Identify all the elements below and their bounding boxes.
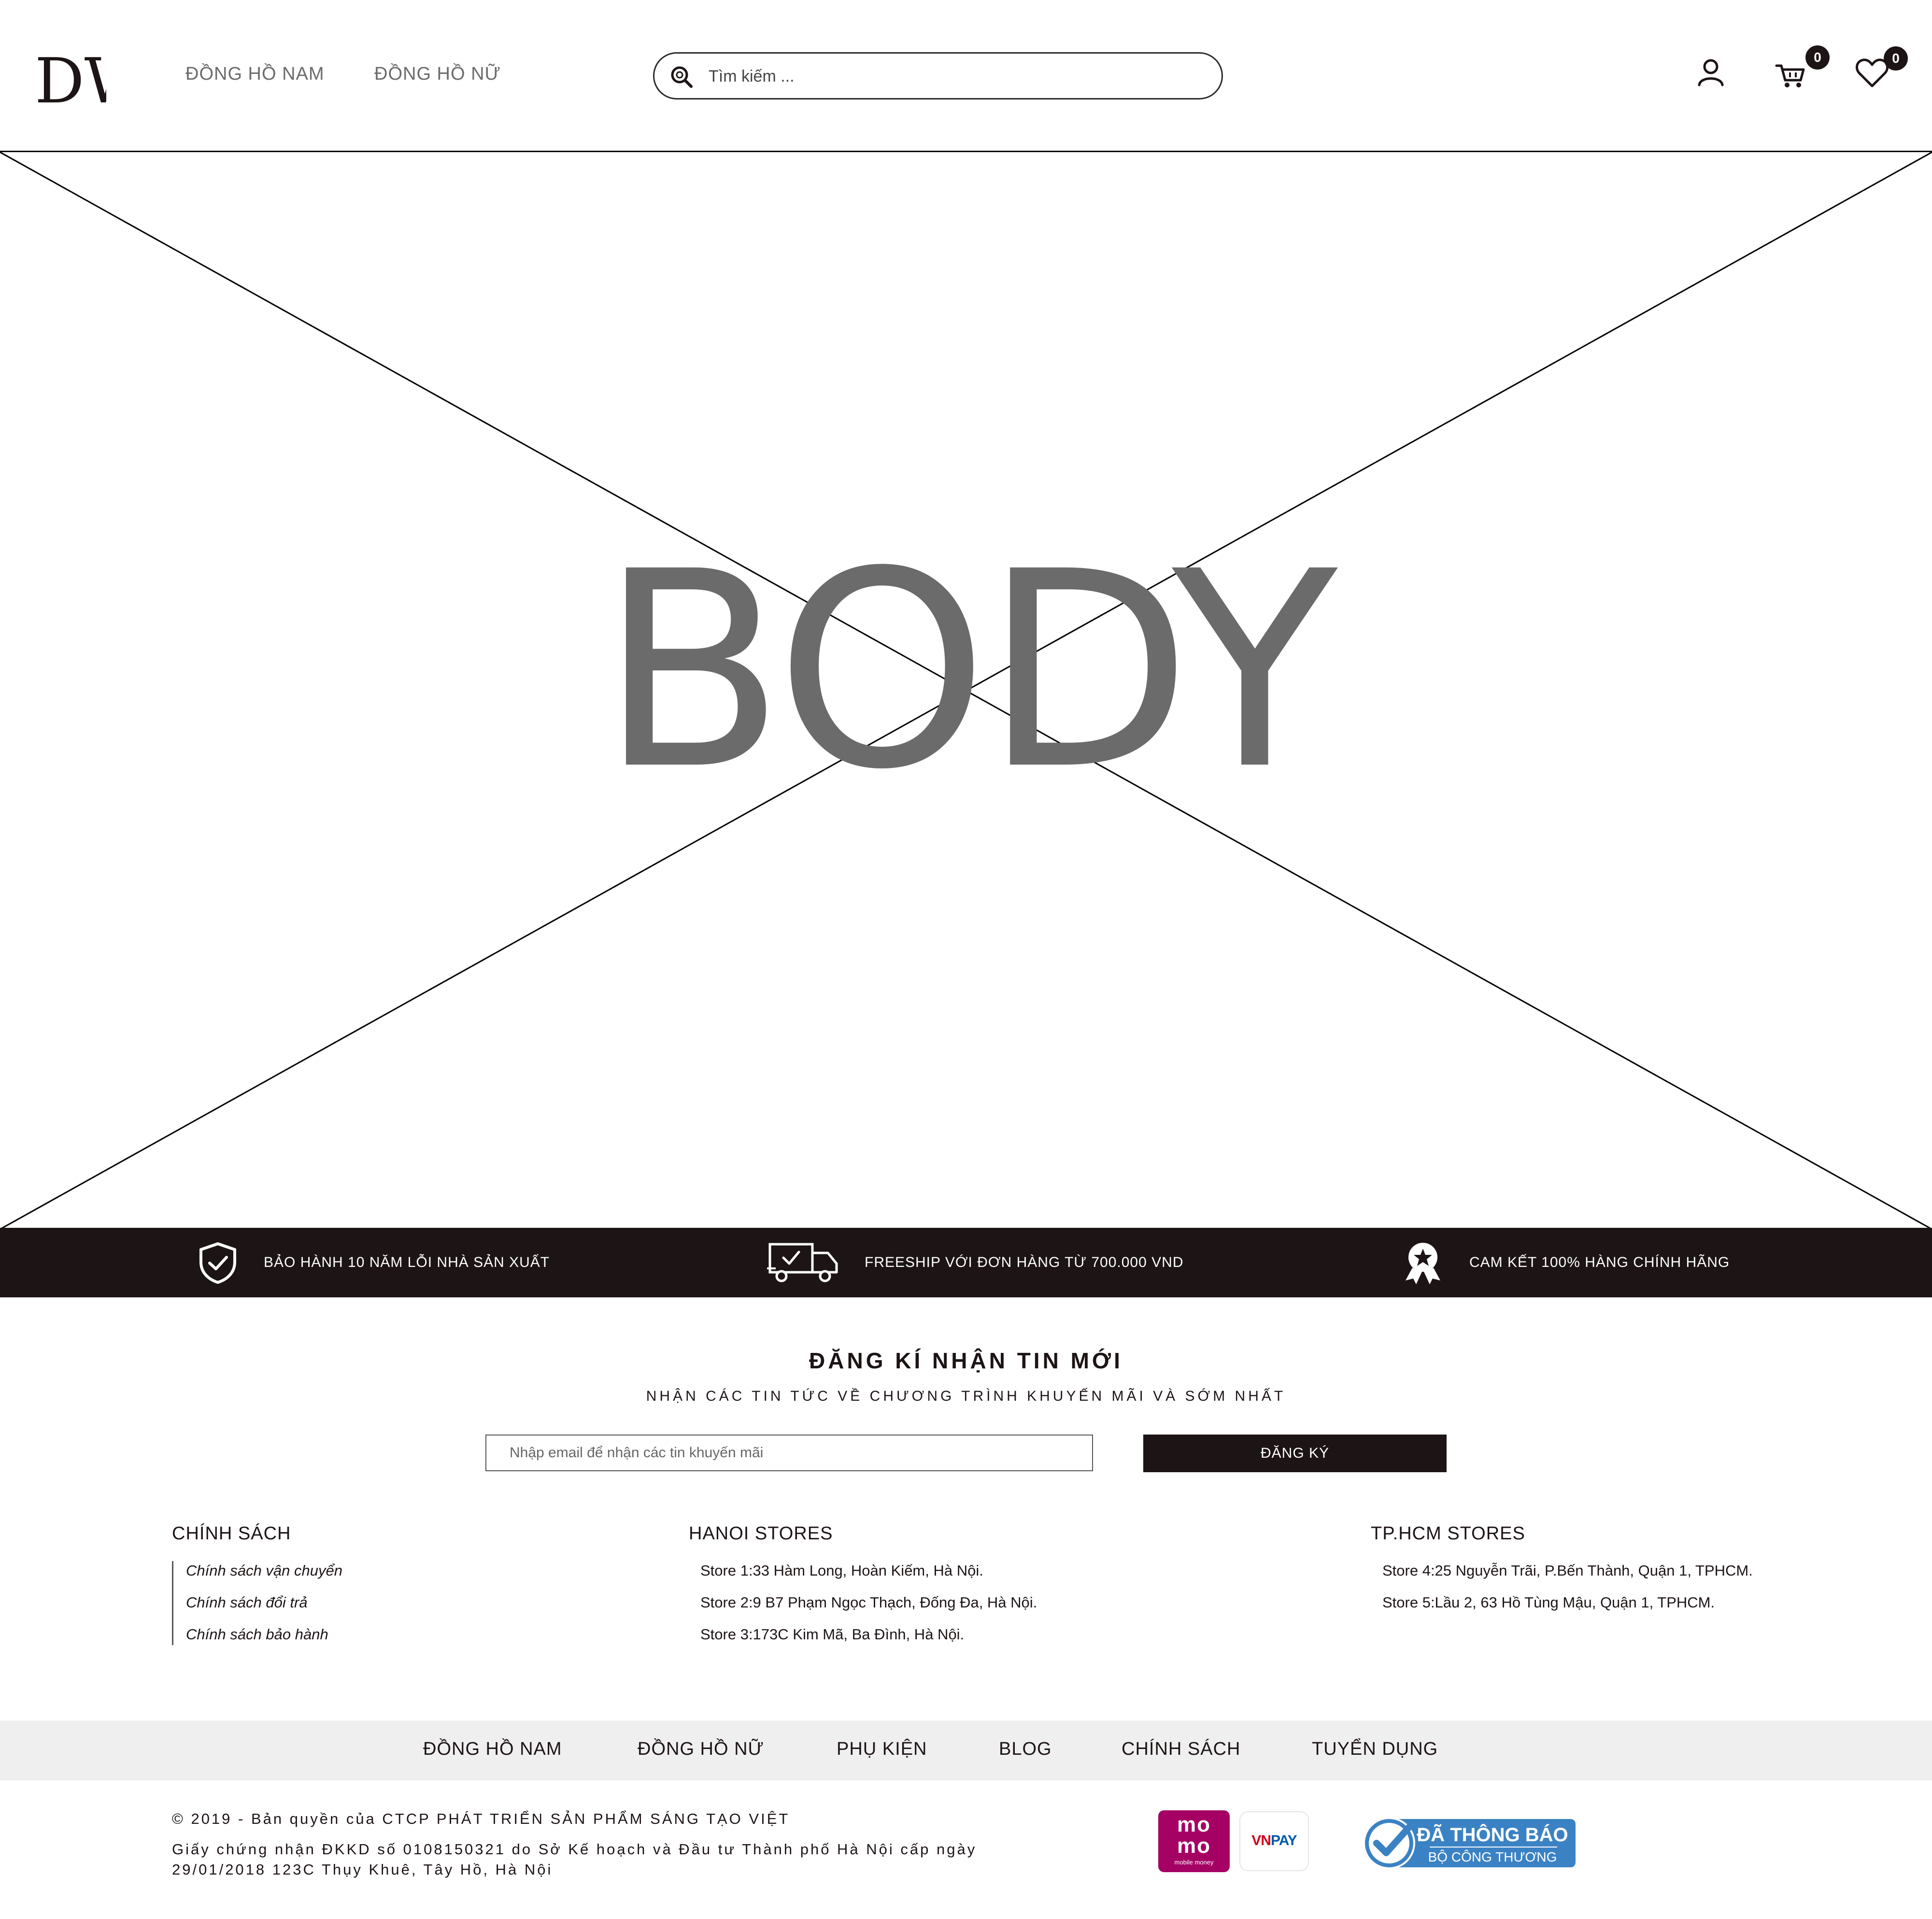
momo-logo-subtext: mobile money: [1174, 1859, 1214, 1866]
vnpay-logo-vn: VN: [1251, 1833, 1271, 1848]
store-address: Store 1:33 Hàm Long, Hoàn Kiếm, Hà Nội.: [700, 1562, 983, 1579]
momo-logo-text: mo mo: [1177, 1813, 1211, 1858]
footer-nav-blog[interactable]: BLOG: [999, 1739, 1052, 1760]
delivery-truck-icon: [767, 1243, 838, 1282]
footer-nav: ĐỒNG HỒ NAM ĐỒNG HỒ NỮ PHỤ KIỆN BLOG CHÍ…: [0, 1720, 1932, 1780]
benefit-authentic: CAM KẾT 100% HÀNG CHÍNH HÃNG: [1399, 1228, 1730, 1297]
body-placeholder-label: BODY: [599, 514, 1337, 829]
hcm-stores-title: TP.HCM STORES: [1371, 1523, 1525, 1544]
shield-check-icon: [199, 1242, 236, 1284]
newsletter-email-input[interactable]: [485, 1435, 1093, 1471]
store-address: Store 5:Lầu 2, 63 Hồ Tùng Mậu, Quận 1, T…: [1382, 1594, 1715, 1611]
hanoi-stores-title: HANOI STORES: [689, 1523, 833, 1544]
footer-nav-dong-ho-nu[interactable]: ĐỒNG HỒ NỮ: [638, 1739, 764, 1760]
wishlist-count-badge: 0: [1884, 46, 1908, 71]
bct-line2: BỘ CÔNG THƯƠNG: [1428, 1849, 1557, 1864]
hanoi-stores-list: Store 1:33 Hàm Long, Hoàn Kiếm, Hà Nội. …: [700, 1561, 1037, 1657]
policy-links: Chính sách vận chuyển Chính sách đổi trả…: [172, 1561, 342, 1645]
hcm-stores-list: Store 4:25 Nguyễn Trãi, P.Bến Thành, Quậ…: [1382, 1561, 1753, 1625]
newsletter-subscribe-button[interactable]: ĐĂNG KÝ: [1143, 1435, 1447, 1472]
business-license-text: Giấy chứng nhận ĐKKD số 0108150321 do Sở…: [172, 1841, 977, 1878]
vnpay-logo-pay: PAY: [1270, 1833, 1297, 1848]
bo-cong-thuong-badge[interactable]: ĐÃ THÔNG BÁO BỘ CÔNG THƯƠNG: [1357, 1816, 1577, 1870]
footer-nav-tuyen-dung[interactable]: TUYỂN DỤNG: [1312, 1739, 1438, 1760]
policy-link-warranty[interactable]: Chính sách bảo hành: [186, 1625, 342, 1645]
footer-nav-chinh-sach[interactable]: CHÍNH SÁCH: [1122, 1739, 1240, 1760]
award-badge-icon: [1406, 1243, 1440, 1284]
user-icon[interactable]: [1691, 54, 1730, 93]
benefit-label: BẢO HÀNH 10 NĂM LỖI NHÀ SẢN XUẤT: [264, 1254, 550, 1270]
store-address: Store 4:25 Nguyễn Trãi, P.Bến Thành, Quậ…: [1382, 1562, 1753, 1579]
copyright-text: © 2019 - Bản quyền của CTCP PHÁT TRIỂN S…: [172, 1810, 790, 1827]
newsletter-title: ĐĂNG KÍ NHẬN TIN MỚI: [809, 1348, 1123, 1373]
vnpay-logo: VNPAY: [1239, 1811, 1309, 1871]
newsletter-subtitle: NHẬN CÁC TIN TỨC VỀ CHƯƠNG TRÌNH KHUYẾN …: [646, 1388, 1286, 1404]
benefit-warranty: BẢO HÀNH 10 NĂM LỖI NHÀ SẢN XUẤT: [197, 1228, 550, 1297]
dw-logo[interactable]: DW: [34, 45, 148, 117]
policy-column-title: CHÍNH SÁCH: [172, 1523, 291, 1544]
search-icon[interactable]: [669, 64, 695, 90]
policy-link-shipping[interactable]: Chính sách vận chuyển: [186, 1561, 342, 1593]
benefit-label: FREESHIP VỚI ĐƠN HÀNG TỪ 700.000 VND: [865, 1254, 1184, 1270]
store-address: Store 3:173C Kim Mã, Ba Đình, Hà Nội.: [700, 1626, 965, 1643]
benefit-freeship: FREESHIP VỚI ĐƠN HÀNG TỪ 700.000 VND: [767, 1228, 1183, 1297]
benefit-label: CAM KẾT 100% HÀNG CHÍNH HÃNG: [1469, 1254, 1730, 1270]
search-input[interactable]: [709, 62, 1201, 90]
bct-line1: ĐÃ THÔNG BÁO: [1417, 1823, 1568, 1846]
policy-link-returns[interactable]: Chính sách đổi trả: [186, 1593, 342, 1625]
body-placeholder: BODY: [0, 151, 1932, 1229]
site-header: DW ĐỒNG HỒ NAM ĐỒNG HỒ NỮ 0 0: [0, 0, 1932, 151]
benefits-bar: BẢO HÀNH 10 NĂM LỖI NHÀ SẢN XUẤT FREESHI…: [0, 1228, 1932, 1297]
momo-logo: mo mo mobile money: [1158, 1810, 1230, 1872]
logo-text: DW: [35, 48, 106, 106]
nav-dong-ho-nu[interactable]: ĐỒNG HỒ NỮ: [374, 64, 501, 85]
store-address: Store 2:9 B7 Phạm Ngọc Thạch, Đống Đa, H…: [700, 1594, 1037, 1611]
cart-count-badge: 0: [1805, 45, 1830, 70]
footer-nav-phu-kien[interactable]: PHỤ KIỆN: [837, 1739, 927, 1760]
search-bar[interactable]: [653, 52, 1223, 100]
nav-dong-ho-nam[interactable]: ĐỒNG HỒ NAM: [185, 64, 325, 85]
footer-nav-dong-ho-nam[interactable]: ĐỒNG HỒ NAM: [423, 1739, 562, 1760]
